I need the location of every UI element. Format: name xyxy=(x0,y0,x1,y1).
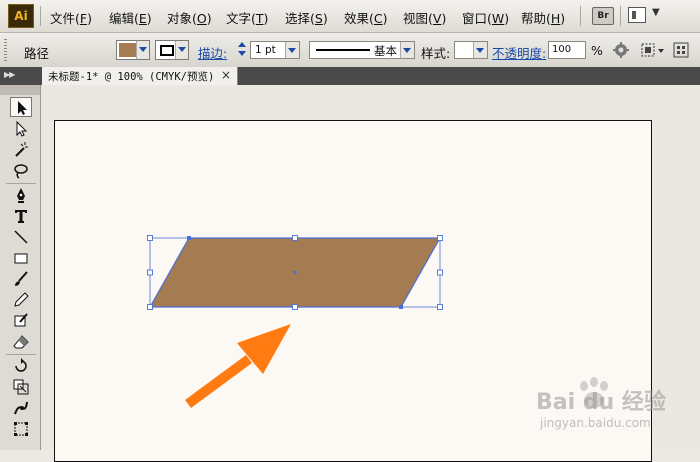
paintbrush-tool-icon[interactable] xyxy=(10,269,32,289)
app-logo: Ai xyxy=(8,4,34,28)
panel-menu-icon[interactable] xyxy=(672,41,690,59)
fill-color-dropdown[interactable] xyxy=(116,40,150,60)
tool-separator xyxy=(6,183,36,184)
collapse-panels-icon[interactable]: ▶▶ xyxy=(4,70,15,79)
close-icon[interactable]: × xyxy=(221,68,231,82)
tool-separator xyxy=(6,354,36,355)
opacity-panel-link[interactable]: 不透明度: xyxy=(492,43,546,62)
tools-panel xyxy=(0,85,41,450)
panel-grip[interactable] xyxy=(4,39,7,61)
stroke-swatch-icon xyxy=(160,45,174,56)
stroke-weight-stepper[interactable] xyxy=(236,41,248,59)
menu-file[interactable]: 文件(F) xyxy=(50,8,92,27)
menu-effect[interactable]: 效果(C) xyxy=(344,8,388,27)
menu-select[interactable]: 选择(S) xyxy=(285,8,328,27)
selection-tool-icon[interactable] xyxy=(10,97,32,117)
profile-line-preview xyxy=(316,49,370,51)
graphic-style-dropdown[interactable] xyxy=(454,41,488,59)
resize-handle-bottom-center[interactable] xyxy=(292,304,298,310)
chevron-down-icon xyxy=(285,42,299,58)
chevron-down-icon xyxy=(175,41,188,59)
menu-bar: Ai 文件(F) 编辑(E) 对象(O) 文字(T) 选择(S) 效果(C) 视… xyxy=(0,0,700,33)
resize-handle-bottom-left[interactable] xyxy=(147,304,153,310)
type-tool-icon[interactable] xyxy=(10,206,32,226)
menu-separator xyxy=(580,6,581,26)
pen-tool-icon[interactable] xyxy=(10,185,32,205)
watermark-url: jingyan.baidu.com xyxy=(540,416,651,430)
selection-type-label: 路径 xyxy=(24,46,50,61)
menu-view[interactable]: 视图(V) xyxy=(403,8,446,27)
rotate-tool-icon[interactable] xyxy=(10,356,32,376)
pencil-tool-icon[interactable] xyxy=(10,290,32,310)
center-point xyxy=(293,271,297,274)
menu-help[interactable]: 帮助(H) xyxy=(521,8,565,27)
variable-width-profile-select[interactable]: 基本 xyxy=(309,41,415,59)
arrow-up-icon xyxy=(238,42,246,47)
menu-type[interactable]: 文字(T) xyxy=(226,8,268,27)
control-bar: 路径 描边: 1 pt 基本 样式: 不透明度: 100 % xyxy=(0,33,700,68)
tools-panel-header[interactable] xyxy=(0,85,40,95)
menu-separator xyxy=(40,6,41,26)
stroke-panel-link[interactable]: 描边: xyxy=(198,43,227,62)
workspace-layout-icon xyxy=(628,7,646,23)
arrow-down-icon xyxy=(238,51,246,56)
chevron-down-icon: ▼ xyxy=(652,7,660,18)
menu-window[interactable]: 窗口(W) xyxy=(462,8,509,27)
workspace-switcher-button[interactable]: ▼ xyxy=(628,7,664,25)
orange-arrow-annotation xyxy=(185,324,291,409)
chevron-down-icon xyxy=(136,41,149,59)
anchor-point[interactable] xyxy=(187,236,191,240)
rectangle-tool-icon[interactable] xyxy=(10,248,32,268)
recolor-artwork-icon[interactable] xyxy=(612,41,630,59)
resize-handle-middle-left[interactable] xyxy=(147,269,153,276)
menu-separator xyxy=(620,6,621,26)
opacity-input[interactable]: 100 xyxy=(548,41,586,59)
stroke-weight-select[interactable]: 1 pt xyxy=(250,41,300,59)
menu-object[interactable]: 对象(O) xyxy=(167,8,212,27)
direct-selection-tool-icon[interactable] xyxy=(10,119,32,139)
magic-wand-tool-icon[interactable] xyxy=(10,140,32,160)
baidu-jingyan-watermark: Bai du 经验 jingyan.baidu.com xyxy=(536,374,696,438)
free-transform-tool-icon[interactable] xyxy=(10,419,32,439)
fill-swatch xyxy=(119,43,137,57)
stroke-swatch xyxy=(158,43,176,57)
document-tab-title: 未标题-1* @ 100% (CMYK/预览) xyxy=(48,71,215,83)
watermark-brand: Bai du 经验 xyxy=(536,390,666,415)
style-label: 样式: xyxy=(421,46,451,61)
document-tab[interactable]: 未标题-1* @ 100% (CMYK/预览) × xyxy=(42,67,238,85)
warp-tool-icon[interactable] xyxy=(10,398,32,418)
resize-handle-top-right[interactable] xyxy=(437,235,443,241)
scale-tool-icon[interactable] xyxy=(10,377,32,397)
chevron-down-icon xyxy=(400,42,414,58)
eraser-tool-icon[interactable] xyxy=(10,332,32,352)
align-options-icon[interactable] xyxy=(640,41,666,59)
opacity-unit: % xyxy=(591,43,603,58)
blob-brush-tool-icon[interactable] xyxy=(10,311,32,331)
menu-edit[interactable]: 编辑(E) xyxy=(109,8,152,27)
lasso-tool-icon[interactable] xyxy=(10,161,32,181)
resize-handle-middle-right[interactable] xyxy=(437,269,443,276)
chevron-down-icon xyxy=(473,42,487,58)
resize-handle-top-center[interactable] xyxy=(292,235,298,241)
resize-handle-top-left[interactable] xyxy=(147,235,153,241)
line-segment-tool-icon[interactable] xyxy=(10,227,32,247)
anchor-point[interactable] xyxy=(399,305,403,309)
resize-handle-bottom-right[interactable] xyxy=(437,304,443,310)
bridge-button[interactable]: Br xyxy=(592,7,614,25)
document-tab-bar: ▶▶ 未标题-1* @ 100% (CMYK/预览) × xyxy=(0,67,700,85)
stroke-color-dropdown[interactable] xyxy=(155,40,189,60)
